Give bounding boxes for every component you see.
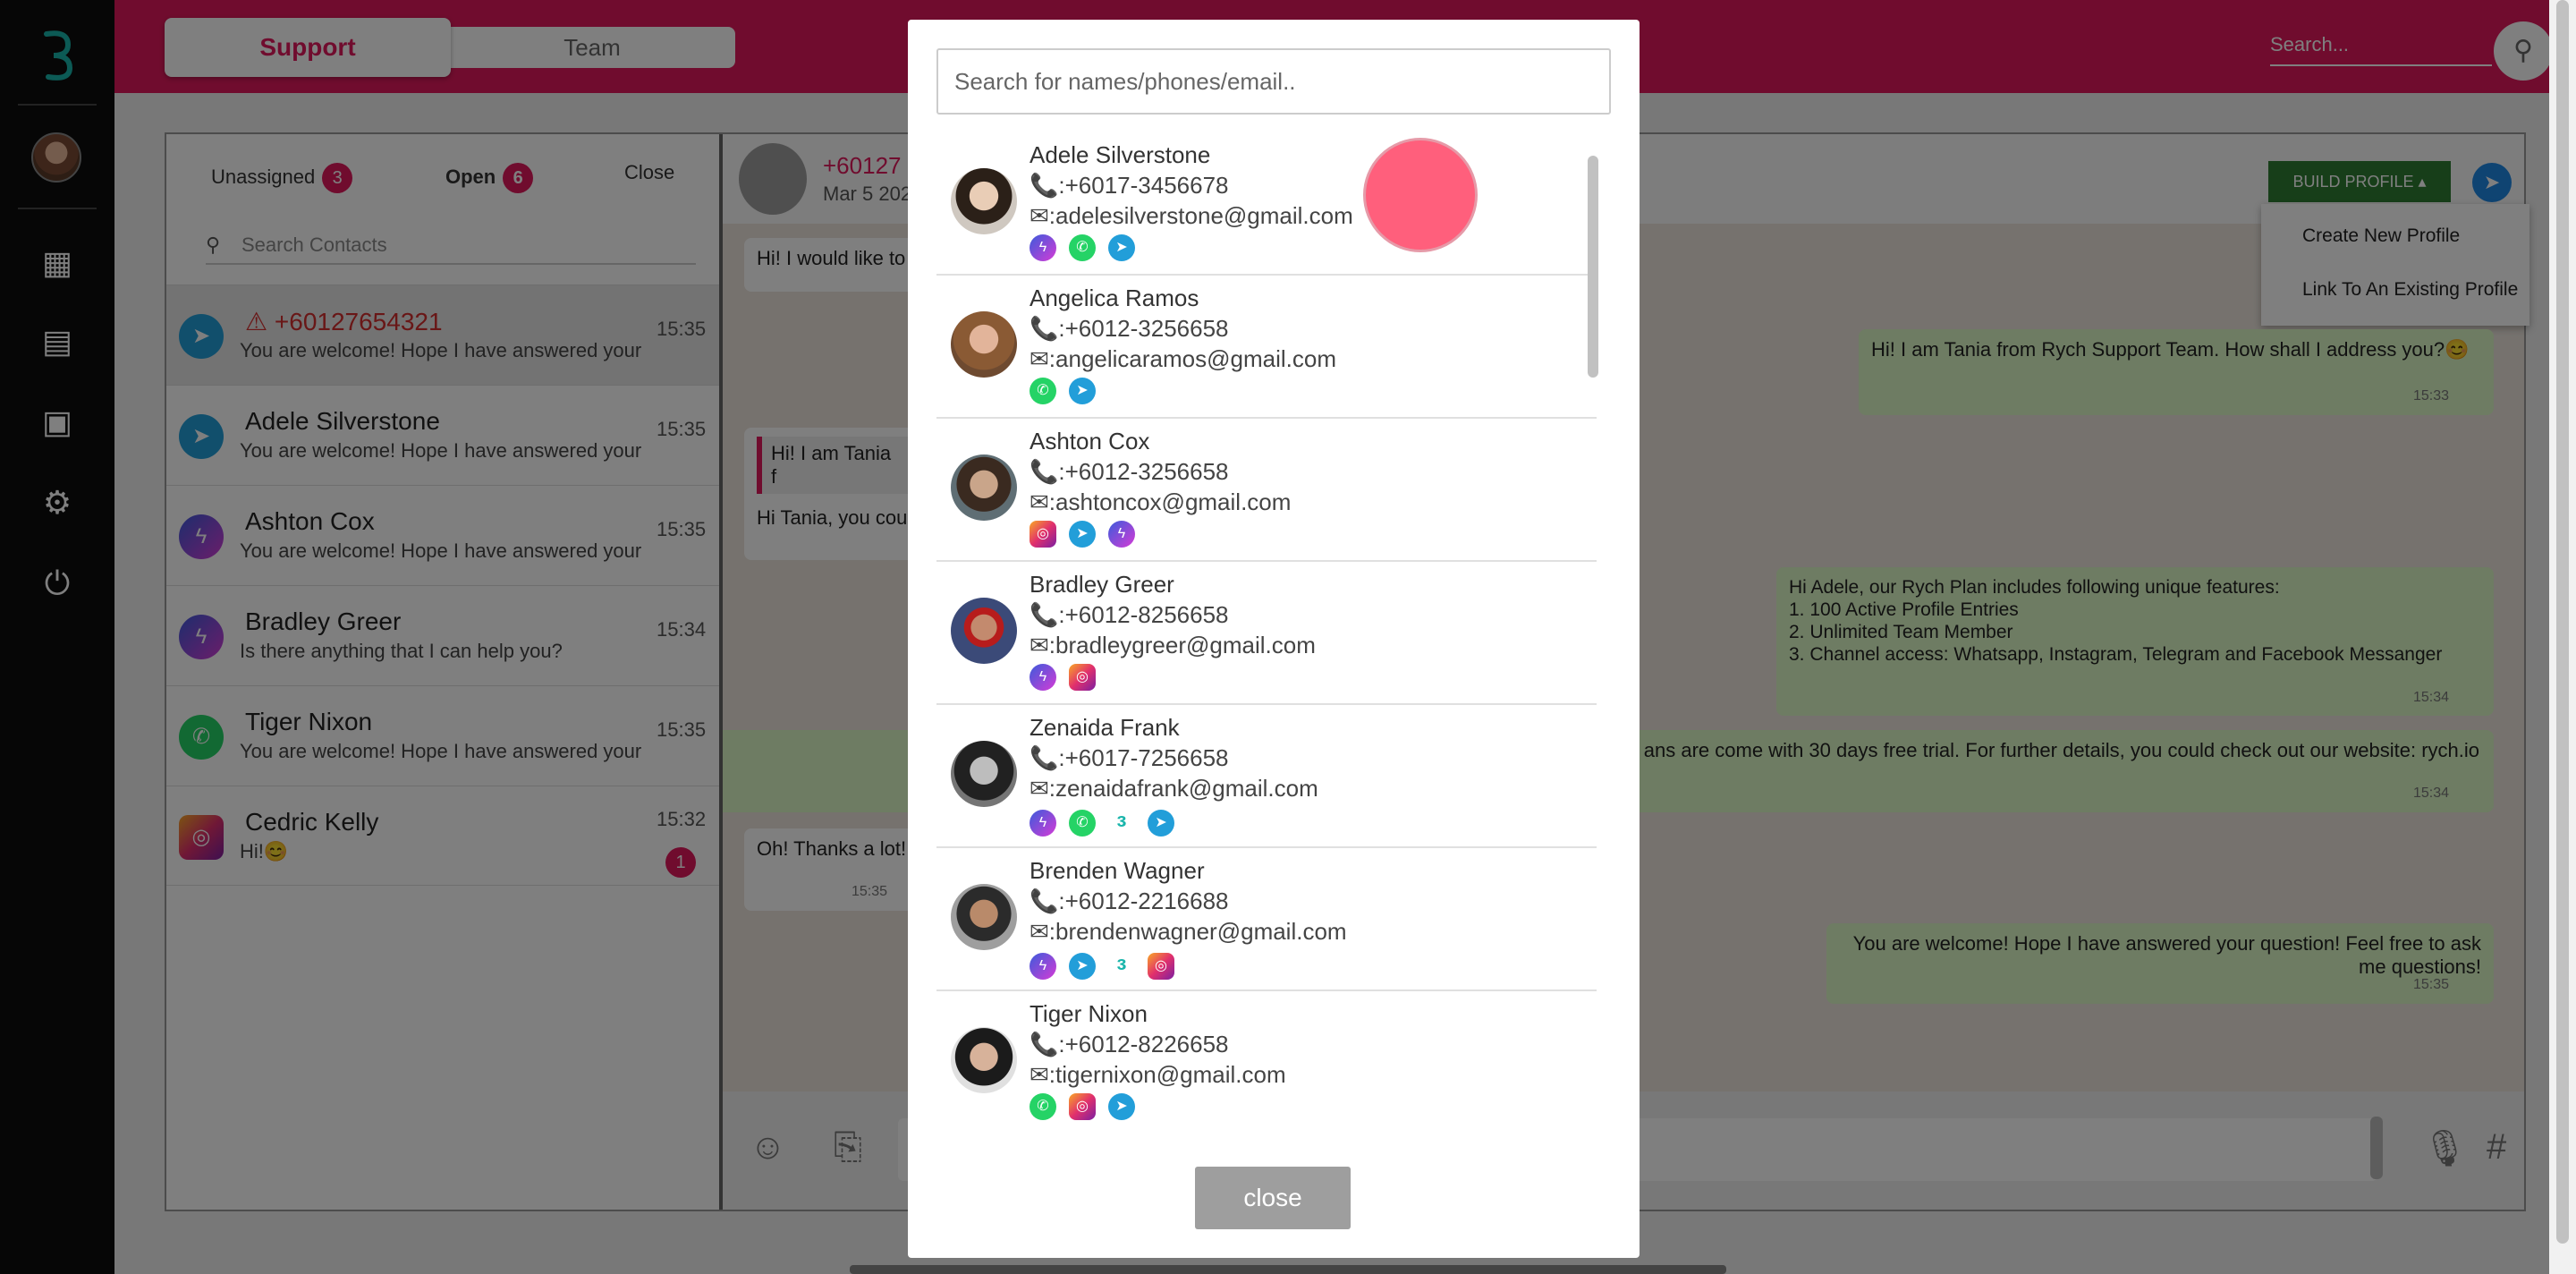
instagram-icon: ◎ [1148,953,1174,980]
phone-text: :+6012-8226658 [1058,1031,1229,1057]
telegram-icon: ➤ [1069,953,1096,980]
contact-picker-modal: Search for names/phones/email.. Adele Si… [908,20,1640,1258]
contact-list-scrollbar-thumb[interactable] [1588,156,1598,378]
contact-email: ✉:angelicaramos@gmail.com [1030,345,1336,372]
contact-phone: 📞:+6012-8226658 [1030,1031,1229,1057]
contact-list-scrollbar[interactable] [1588,136,1600,1129]
contact-channels: ✆ ➤ [1030,378,1108,406]
close-button[interactable]: close [1195,1167,1351,1229]
messenger-icon: ϟ [1030,664,1056,691]
contact-channels: ϟ ✆ ➤ [1030,234,1148,263]
instagram-icon: ◎ [1069,1093,1096,1120]
contact-item[interactable]: Adele Silverstone 📞:+6017-3456678 ✉:adel… [936,132,1597,276]
whatsapp-icon: ✆ [1030,1093,1056,1120]
bottom-bar [850,1265,1726,1274]
contact-phone: 📞:+6017-3456678 [1030,172,1229,199]
phone-text: :+6012-2216688 [1058,888,1229,914]
phone-text: :+6012-8256658 [1058,601,1229,628]
contact-avatar [951,454,1017,521]
phone-text: :+6012-3256658 [1058,315,1229,342]
contact-phone: 📞:+6012-3256658 [1030,458,1229,485]
contact-item[interactable]: Tiger Nixon 📞:+6012-8226658 ✉:tigernixon… [936,991,1597,1131]
contact-name: Ashton Cox [1030,428,1150,454]
contact-email: ✉:bradleygreer@gmail.com [1030,632,1316,658]
contact-phone: 📞:+6017-7256658 [1030,744,1229,771]
contact-item[interactable]: Brenden Wagner 📞:+6012-2216688 ✉:brenden… [936,848,1597,991]
contact-phone: 📞:+6012-2216688 [1030,888,1229,914]
contact-avatar [951,884,1017,950]
contact-avatar [951,1027,1017,1093]
contact-phone: 📞:+6012-8256658 [1030,601,1229,628]
email-text: :adelesilverstone@gmail.com [1048,202,1353,229]
contact-item[interactable]: Angelica Ramos 📞:+6012-3256658 ✉:angelic… [936,276,1597,419]
messenger-icon: ϟ [1030,810,1056,837]
instagram-icon: ◎ [1069,664,1096,691]
contact-avatar [951,741,1017,807]
contact-item[interactable]: Zenaida Frank 📞:+6017-7256658 ✉:zenaidaf… [936,705,1597,848]
email-text: :brendenwagner@gmail.com [1048,918,1347,945]
page-scrollbar[interactable] [2549,0,2576,1274]
contact-name: Brenden Wagner [1030,857,1205,884]
contact-name: Tiger Nixon [1030,1000,1148,1027]
messenger-icon: ϟ [1030,234,1056,261]
instagram-icon: ◎ [1030,521,1056,548]
contact-name: Angelica Ramos [1030,285,1199,311]
contact-name: Zenaida Frank [1030,714,1180,741]
touch-indicator [1363,138,1478,252]
page-scrollbar-thumb[interactable] [2556,0,2569,1244]
contact-list: Adele Silverstone 📞:+6017-3456678 ✉:adel… [936,132,1613,1131]
contact-email: ✉:ashtoncox@gmail.com [1030,488,1292,515]
phone-text: :+6017-7256658 [1058,744,1229,771]
contact-avatar [951,168,1017,234]
contact-email: ✉:zenaidafrank@gmail.com [1030,775,1318,802]
whatsapp-icon: ✆ [1069,234,1096,261]
messenger-icon: ϟ [1108,521,1135,548]
whatsapp-icon: ✆ [1030,378,1056,404]
telegram-icon: ➤ [1069,378,1096,404]
contact-email: ✉:tigernixon@gmail.com [1030,1061,1286,1088]
phone-text: :+6012-3256658 [1058,458,1229,485]
email-text: :zenaidafrank@gmail.com [1048,775,1318,802]
telegram-icon: ➤ [1148,810,1174,837]
contact-avatar [951,598,1017,664]
telegram-icon: ➤ [1069,521,1096,548]
contact-channels: ϟ ✆ ɜ ➤ [1030,807,1187,837]
contact-channels: ϟ ➤ ɜ ◎ [1030,950,1187,980]
contact-email: ✉:adelesilverstone@gmail.com [1030,202,1353,229]
contact-avatar [951,311,1017,378]
telegram-icon: ➤ [1108,234,1135,261]
messenger-icon: ϟ [1030,953,1056,980]
contact-search-input[interactable]: Search for names/phones/email.. [936,48,1611,115]
contact-name: Adele Silverstone [1030,141,1211,168]
app-window: ▦ ▤ ▣ ⚙ ⏻ Team Support Search... ⚲ Unass… [0,0,2576,1274]
telegram-icon: ➤ [1108,1093,1135,1120]
contact-name: Bradley Greer [1030,571,1174,598]
whatsapp-icon: ✆ [1069,810,1096,837]
email-text: :angelicaramos@gmail.com [1048,345,1336,372]
contact-channels: ✆ ◎ ➤ [1030,1093,1148,1122]
contact-channels: ◎ ➤ ϟ [1030,521,1148,549]
email-text: :bradleygreer@gmail.com [1048,632,1316,658]
contact-item[interactable]: Bradley Greer 📞:+6012-8256658 ✉:bradleyg… [936,562,1597,705]
email-text: :ashtoncox@gmail.com [1048,488,1292,515]
contact-email: ✉:brendenwagner@gmail.com [1030,918,1347,945]
contact-channels: ϟ ◎ [1030,664,1108,692]
rych-icon: ɜ [1108,807,1135,834]
contact-item[interactable]: Ashton Cox 📞:+6012-3256658 ✉:ashtoncox@g… [936,419,1597,562]
contact-phone: 📞:+6012-3256658 [1030,315,1229,342]
rych-icon: ɜ [1108,950,1135,977]
email-text: :tigernixon@gmail.com [1048,1061,1286,1088]
phone-text: :+6017-3456678 [1058,172,1229,199]
